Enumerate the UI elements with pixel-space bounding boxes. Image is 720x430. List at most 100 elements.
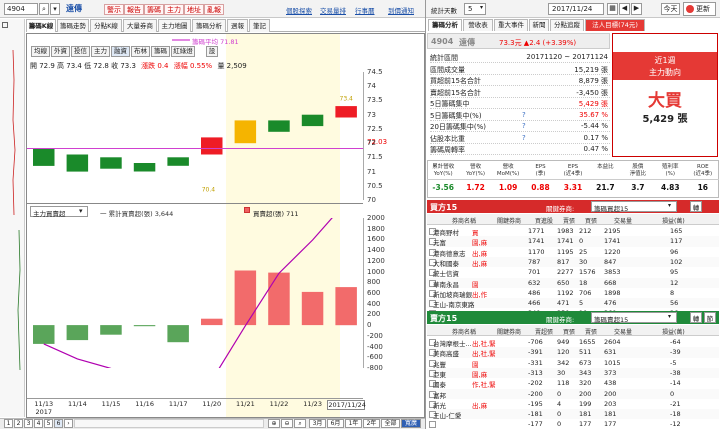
table-row[interactable]: 兆豐園 -331 342 673 1015 -5 <box>427 357 719 369</box>
table-row[interactable]: 台灣摩根士... 出,社,緊 -706 949 1655 2604 -64 <box>427 337 719 348</box>
sell-cell-2: -313 <box>528 368 543 377</box>
row-checkbox[interactable] <box>429 421 436 429</box>
range-wide[interactable]: 寬廣 <box>401 419 421 428</box>
buy-cell-3: 1192 <box>557 288 574 297</box>
info-price: 73.3元 ▲2.4 (+3.39%) <box>499 39 577 47</box>
table-row[interactable]: 新加坡商瑞銀 出,作 486 1192 706 1898 8 <box>427 287 719 299</box>
tab-chip-trend[interactable]: 籌碼走勢 <box>57 19 89 32</box>
scrollbar[interactable] <box>74 419 264 428</box>
sell-section-button[interactable]: 節 <box>704 312 716 323</box>
table-row[interactable]: 美商高盛 出,社,緊 -391 120 511 631 -39 <box>427 347 719 358</box>
range-1y[interactable]: 1年 <box>345 419 362 428</box>
chevron-down-icon[interactable]: ▾ <box>50 3 60 15</box>
link-explore[interactable]: 個股探索 <box>286 5 312 15</box>
btn-chips[interactable]: 籌碼 <box>151 46 170 57</box>
info-row: 20日籌碼集中(%) -5.44 %? <box>430 121 610 132</box>
report-button[interactable]: 報告 <box>124 4 144 15</box>
rtab-events[interactable]: 重大事件 <box>494 19 528 31</box>
sell-convert-button[interactable]: 轉 <box>690 312 702 323</box>
table-row[interactable]: 王山-南京東路 466 471 5 476 56 <box>427 298 719 309</box>
warn-button[interactable]: 警示 <box>104 4 124 15</box>
table-row[interactable]: 王山-仁愛 -181 0 181 181 -18 <box>427 409 719 420</box>
range-2y[interactable]: 2年 <box>363 419 380 428</box>
tab-branch-kline[interactable]: 分點K線 <box>90 19 122 32</box>
table-row[interactable]: -177 0 177 177 -12 <box>427 419 719 430</box>
buy-col-5: 交易量 <box>614 218 633 225</box>
stock-code-input[interactable]: 4904 <box>4 3 38 15</box>
link-calendar[interactable]: 行事曆 <box>355 5 375 15</box>
table-row[interactable]: 元富 園,麻 1741 1741 0 1741 117 <box>427 236 719 247</box>
range-all[interactable]: 全部 <box>381 419 400 428</box>
tab-chip-analysis[interactable]: 籌碼分析 <box>192 19 226 32</box>
btn-trust[interactable]: 投信 <box>71 46 90 57</box>
table-row[interactable]: 國泰 作,社,緊 -202 118 320 438 -14 <box>427 378 719 389</box>
mess-button[interactable]: 亂報 <box>204 4 224 15</box>
page-5[interactable]: 5 <box>44 419 53 428</box>
page-1[interactable]: 1 <box>4 419 13 428</box>
chevron-right-icon[interactable]: › <box>64 419 73 428</box>
lower-tick--400: -400 <box>367 342 383 351</box>
range-6m[interactable]: 6月 <box>327 419 344 428</box>
sell-filter-select[interactable]: 籌碼賣超15 <box>591 312 677 324</box>
rtab-branch-track[interactable]: 分點追蹤 <box>550 19 584 31</box>
buy-cell-2: 466 <box>528 299 541 308</box>
info-name: 遠傳 <box>459 38 475 47</box>
buy-filter-select[interactable]: 籌碼買超15 <box>591 201 677 213</box>
btn-settings[interactable]: 設 <box>206 46 218 57</box>
today-button[interactable]: 今天 <box>661 3 680 15</box>
stat-divider <box>427 179 719 180</box>
table-row[interactable]: 港商德意志 出,麻 1170 1195 25 1220 96 <box>427 246 719 258</box>
chips-button[interactable]: 籌碼 <box>144 4 164 15</box>
btn-traffic-light[interactable]: 紅綠燈 <box>171 46 195 57</box>
zoom-reset-icon[interactable]: ⌕ <box>294 419 306 428</box>
price-kline-chart: 73.4 70.4 <box>27 95 363 194</box>
prev-icon[interactable]: ◀ <box>619 3 630 15</box>
btn-foreign[interactable]: 外資 <box>51 46 70 57</box>
table-row[interactable]: 華南永昌園 632 650 18 668 12 <box>427 277 719 289</box>
date-input[interactable]: 2017/11/24 <box>548 3 604 15</box>
btn-ma[interactable]: 均線 <box>31 46 50 57</box>
calendar-icon[interactable]: ▦ <box>607 3 618 15</box>
split-divider[interactable] <box>425 0 426 429</box>
table-row[interactable]: 大和國泰 出,麻 787 817 30 847 102 <box>427 256 719 268</box>
btn-force[interactable]: 主力 <box>91 46 110 57</box>
search-icon[interactable]: ⌕ <box>39 3 49 15</box>
sell-chevron-down-icon[interactable]: ▾ <box>668 313 671 320</box>
zoom-in-icon[interactable]: ⊕ <box>268 419 280 428</box>
btn-margin[interactable]: 融資 <box>111 46 130 57</box>
tab-big-brokers[interactable]: 大量券商 <box>123 19 157 32</box>
page-3[interactable]: 3 <box>24 419 33 428</box>
page-6[interactable]: 6 <box>54 419 63 428</box>
range-3m[interactable]: 3月 <box>309 419 326 428</box>
rtab-chip-analysis[interactable]: 籌碼分析 <box>428 19 462 31</box>
page-2[interactable]: 2 <box>14 419 23 428</box>
buy-cell-6: 102 <box>670 257 683 266</box>
candle-11/16 <box>133 163 156 172</box>
table-row[interactable]: 新光 出,麻 -195 4 199 203 -21 <box>427 398 719 410</box>
rtab-target[interactable]: 法人目標(74元) <box>585 19 645 31</box>
tab-force-map[interactable]: 主力地圖 <box>158 19 191 32</box>
chevron-down-icon[interactable]: ▾ <box>79 207 83 215</box>
rtab-revenue[interactable]: 營收表 <box>463 19 493 31</box>
tab-weekly[interactable]: 週報 <box>227 19 248 32</box>
btn-bollinger[interactable]: 布林 <box>131 46 150 57</box>
address-button[interactable]: 地址 <box>184 4 204 15</box>
buy-chevron-down-icon[interactable]: ▾ <box>668 202 671 209</box>
table-row[interactable]: 富邦 -200 0 200 200 0 <box>427 388 719 400</box>
link-price-alert[interactable]: 到價通知 <box>388 5 414 15</box>
page-4[interactable]: 4 <box>34 419 43 428</box>
buy-convert-button[interactable]: 轉 <box>690 201 702 212</box>
table-row[interactable]: 港商野村買 1771 1983 212 2195 165 <box>427 226 719 237</box>
tab-notes[interactable]: 筆記 <box>249 19 270 32</box>
table-row[interactable]: 統士信資 701 2277 1576 3853 95 <box>427 267 719 278</box>
zoom-out-icon[interactable]: ⊖ <box>281 419 293 428</box>
rtab-news[interactable]: 新聞 <box>529 19 549 31</box>
next-icon[interactable]: ▶ <box>631 3 642 15</box>
chevron-down-icon[interactable]: ▾ <box>480 4 483 11</box>
side-toggle-icon[interactable] <box>2 22 8 28</box>
link-volume-rank[interactable]: 交易量排 <box>320 5 346 15</box>
main-force-button[interactable]: 主力 <box>164 4 184 15</box>
tab-chip-kline[interactable]: 籌碼K線 <box>26 19 56 32</box>
upper-tick-72: 72 <box>367 139 376 148</box>
table-row[interactable]: 亞東 園,麻 -313 30 343 373 -38 <box>427 367 719 379</box>
